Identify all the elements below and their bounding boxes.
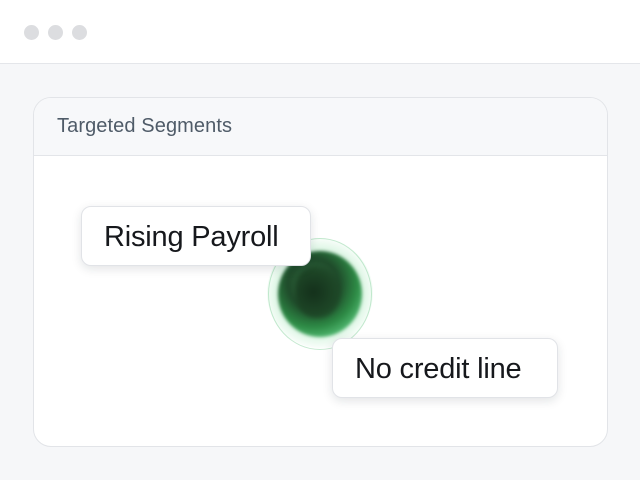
window-titlebar: [0, 0, 640, 64]
card-header: Targeted Segments: [34, 98, 607, 156]
segment-tag-no-credit-line[interactable]: No credit line: [332, 338, 558, 398]
window-control-dot[interactable]: [24, 25, 39, 40]
segment-tag-rising-payroll[interactable]: Rising Payroll: [81, 206, 311, 266]
window-control-dot[interactable]: [72, 25, 87, 40]
card-title: Targeted Segments: [57, 115, 233, 137]
app-window: Targeted Segments Rising Payroll No cred…: [0, 0, 640, 480]
window-control-dot[interactable]: [48, 25, 63, 40]
